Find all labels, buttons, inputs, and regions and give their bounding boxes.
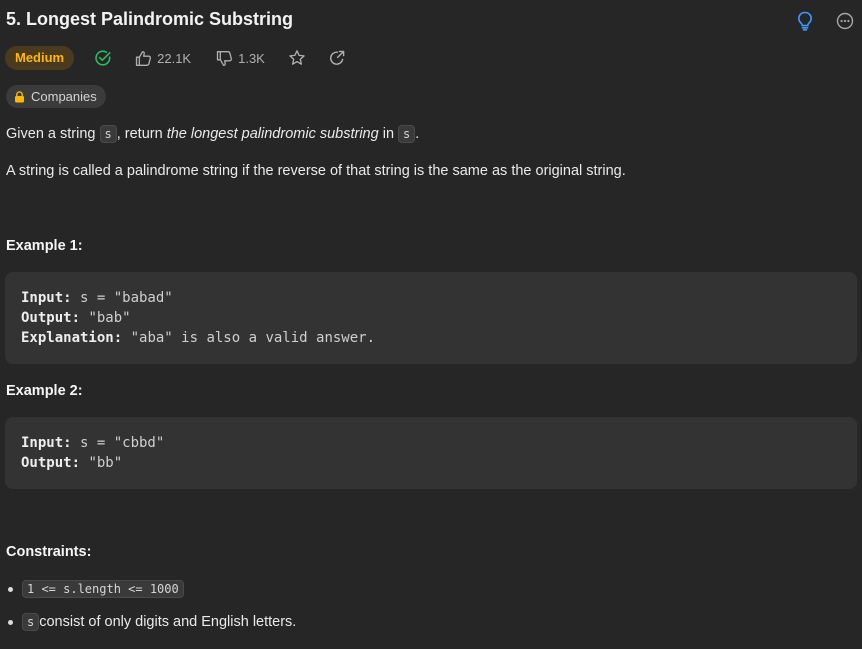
more-options-icon[interactable] bbox=[835, 11, 855, 31]
output-value: "bab" bbox=[80, 310, 131, 326]
constraints-heading: Constraints: bbox=[6, 544, 92, 560]
example-1-explanation: Explanation: "aba" is also a valid answe… bbox=[21, 328, 841, 348]
thumbs-up-icon bbox=[135, 50, 152, 67]
output-value: "bb" bbox=[80, 455, 123, 471]
example-1-heading: Example 1: bbox=[6, 238, 83, 254]
explanation-value: "aba" is also a valid answer. bbox=[122, 330, 376, 346]
example-1-output: Output: "bab" bbox=[21, 308, 841, 328]
share-icon[interactable] bbox=[328, 49, 346, 67]
explanation-label: Explanation: bbox=[21, 330, 123, 346]
input-label: Input: bbox=[21, 290, 72, 306]
inline-code: 1 <= s.length <= 1000 bbox=[22, 580, 184, 598]
description-text: . bbox=[415, 126, 420, 142]
example-1-block: Input: s = "babad" Output: "bab" Explana… bbox=[5, 272, 857, 364]
solved-check-icon bbox=[94, 49, 112, 67]
companies-button[interactable]: Companies bbox=[6, 85, 106, 108]
bullet-dot bbox=[8, 586, 13, 592]
problem-title: 5. Longest Palindromic Substring bbox=[6, 9, 294, 29]
example-2-output: Output: "bb" bbox=[21, 453, 841, 473]
like-count: 22.1K bbox=[157, 50, 192, 66]
description-text: , return bbox=[116, 126, 167, 142]
example-2-input: Input: s = "cbbd" bbox=[21, 433, 841, 453]
dislike-button[interactable]: 1.3K bbox=[216, 50, 265, 67]
inline-code: s bbox=[22, 613, 40, 631]
thumbs-down-icon bbox=[216, 50, 233, 67]
companies-label: Companies bbox=[31, 89, 97, 104]
input-value: s = "babad" bbox=[71, 290, 173, 306]
description-emphasis: the longest palindromic substring bbox=[166, 126, 379, 142]
input-value: s = "cbbd" bbox=[71, 435, 165, 451]
example-2-heading: Example 2: bbox=[6, 383, 83, 399]
hint-lightbulb-icon[interactable] bbox=[795, 11, 815, 31]
output-label: Output: bbox=[21, 310, 81, 326]
constraint-item: 1 <= s.length <= 1000 bbox=[8, 580, 184, 598]
description-text: in bbox=[378, 126, 399, 142]
example-1-input: Input: s = "babad" bbox=[21, 288, 841, 308]
star-icon[interactable] bbox=[288, 49, 306, 67]
description-paragraph-2: A string is called a palindrome string i… bbox=[6, 163, 626, 179]
inline-code: s bbox=[398, 125, 416, 143]
problem-meta-row: Medium 22.1K 1.3K bbox=[5, 46, 346, 70]
input-label: Input: bbox=[21, 435, 72, 451]
like-button[interactable]: 22.1K bbox=[135, 50, 191, 67]
constraint-text: consist of only digits and English lette… bbox=[39, 614, 297, 630]
inline-code: s bbox=[99, 125, 117, 143]
description-paragraph-1: Given a string s, return the longest pal… bbox=[6, 125, 420, 143]
lock-icon bbox=[14, 90, 25, 103]
dislike-count: 1.3K bbox=[238, 50, 265, 66]
output-label: Output: bbox=[21, 455, 81, 471]
description-text: Given a string bbox=[6, 126, 100, 142]
constraint-item: s consist of only digits and English let… bbox=[8, 613, 296, 631]
difficulty-badge: Medium bbox=[5, 46, 75, 70]
bullet-dot bbox=[8, 619, 13, 625]
example-2-block: Input: s = "cbbd" Output: "bb" bbox=[5, 417, 857, 489]
